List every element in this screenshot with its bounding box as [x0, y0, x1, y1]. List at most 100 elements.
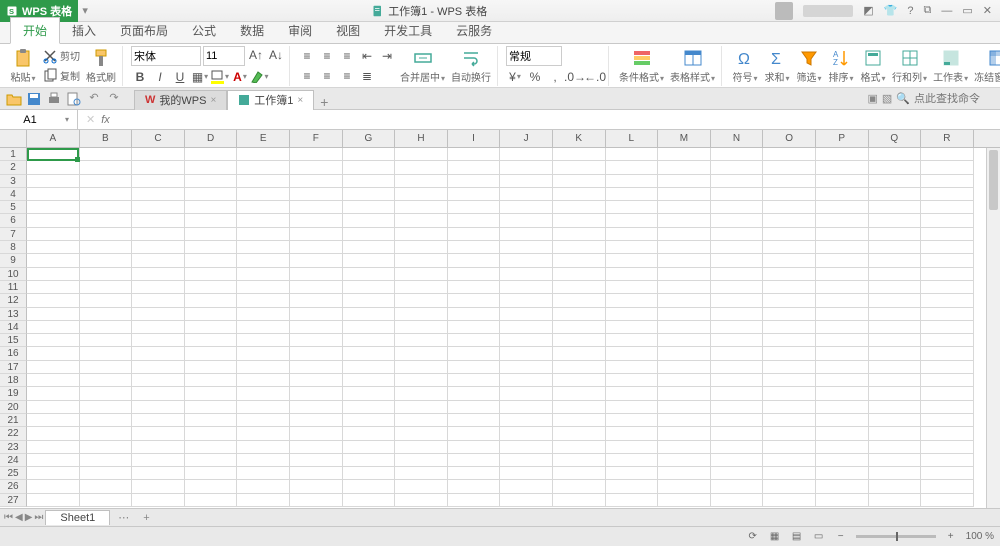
cell[interactable] [921, 454, 974, 467]
cell[interactable] [921, 201, 974, 214]
cell[interactable] [606, 441, 659, 454]
cell[interactable] [500, 188, 553, 201]
doc-tab-mywps[interactable]: W我的WPS× [134, 90, 227, 110]
cell[interactable] [553, 361, 606, 374]
cell[interactable] [816, 321, 869, 334]
cell[interactable] [500, 201, 553, 214]
cell[interactable] [132, 214, 185, 227]
col-header[interactable]: D [185, 130, 238, 147]
cell[interactable] [132, 480, 185, 493]
cell[interactable] [763, 175, 816, 188]
cell[interactable] [553, 321, 606, 334]
cell[interactable] [500, 387, 553, 400]
cell[interactable] [921, 268, 974, 281]
cell[interactable] [132, 175, 185, 188]
cell[interactable] [132, 347, 185, 360]
col-header[interactable]: I [448, 130, 501, 147]
cell[interactable] [237, 254, 290, 267]
cell[interactable] [343, 201, 396, 214]
cell[interactable] [185, 254, 238, 267]
cell[interactable] [343, 294, 396, 307]
cell[interactable] [763, 321, 816, 334]
cell[interactable] [237, 201, 290, 214]
decrease-decimal-icon[interactable]: ←.0 [586, 68, 604, 86]
cell[interactable] [237, 175, 290, 188]
cell[interactable] [395, 347, 448, 360]
cell[interactable] [237, 467, 290, 480]
cell[interactable] [763, 254, 816, 267]
cell[interactable] [658, 148, 711, 161]
cell[interactable] [27, 441, 80, 454]
cell[interactable] [448, 387, 501, 400]
copy-button[interactable]: 复制 [40, 67, 82, 85]
row-header[interactable]: 12 [0, 294, 27, 307]
cell[interactable] [711, 188, 764, 201]
cell[interactable] [711, 175, 764, 188]
cell[interactable] [448, 401, 501, 414]
print-icon[interactable] [46, 91, 62, 107]
cell[interactable] [80, 361, 133, 374]
cell[interactable] [869, 480, 922, 493]
cell[interactable] [500, 334, 553, 347]
cell[interactable] [290, 441, 343, 454]
cell[interactable] [395, 361, 448, 374]
cell[interactable] [448, 374, 501, 387]
cell[interactable] [869, 467, 922, 480]
col-header[interactable]: J [500, 130, 553, 147]
col-header[interactable]: K [553, 130, 606, 147]
cell[interactable] [658, 214, 711, 227]
cell[interactable] [500, 254, 553, 267]
comma-icon[interactable]: , [546, 68, 564, 86]
cell[interactable] [658, 201, 711, 214]
cell[interactable] [395, 480, 448, 493]
cell[interactable] [606, 387, 659, 400]
cell[interactable] [921, 308, 974, 321]
col-header[interactable]: N [711, 130, 764, 147]
close-tab-icon[interactable]: × [297, 95, 303, 106]
cell[interactable] [185, 467, 238, 480]
cell[interactable] [395, 254, 448, 267]
cell[interactable] [343, 268, 396, 281]
cell[interactable] [869, 374, 922, 387]
cell[interactable] [80, 427, 133, 440]
cell[interactable] [27, 427, 80, 440]
fx-icon[interactable]: fx [101, 114, 110, 126]
cell[interactable] [869, 268, 922, 281]
cell[interactable] [237, 308, 290, 321]
cell[interactable] [27, 334, 80, 347]
cell[interactable] [553, 427, 606, 440]
cell[interactable] [395, 401, 448, 414]
cell[interactable] [711, 334, 764, 347]
cell[interactable] [553, 241, 606, 254]
cell[interactable] [448, 467, 501, 480]
cell[interactable] [553, 334, 606, 347]
cell[interactable] [448, 281, 501, 294]
cell[interactable] [395, 281, 448, 294]
cell[interactable] [80, 334, 133, 347]
cell[interactable] [132, 467, 185, 480]
row-header[interactable]: 27 [0, 494, 27, 507]
row-header[interactable]: 6 [0, 214, 27, 227]
cell[interactable] [80, 480, 133, 493]
zoom-level[interactable]: 100 % [966, 531, 994, 542]
col-header[interactable]: O [763, 130, 816, 147]
col-header[interactable]: C [132, 130, 185, 147]
underline-button[interactable]: U [171, 68, 189, 86]
menu-tab-3[interactable]: 公式 [180, 18, 228, 43]
col-header[interactable]: B [80, 130, 133, 147]
cell[interactable] [132, 361, 185, 374]
cell[interactable] [80, 387, 133, 400]
cell[interactable] [658, 281, 711, 294]
row-header[interactable]: 14 [0, 321, 27, 334]
cell[interactable] [448, 214, 501, 227]
cell[interactable] [500, 427, 553, 440]
cell[interactable] [869, 441, 922, 454]
cell[interactable] [448, 188, 501, 201]
app-menu-dropdown[interactable]: ▾ [78, 4, 92, 17]
cell[interactable] [816, 281, 869, 294]
filter-button[interactable]: 筛选▾ [794, 47, 824, 85]
cell[interactable] [711, 454, 764, 467]
cell[interactable] [80, 401, 133, 414]
conditional-format-button[interactable]: 条件格式▾ [617, 47, 666, 85]
cell[interactable] [237, 361, 290, 374]
